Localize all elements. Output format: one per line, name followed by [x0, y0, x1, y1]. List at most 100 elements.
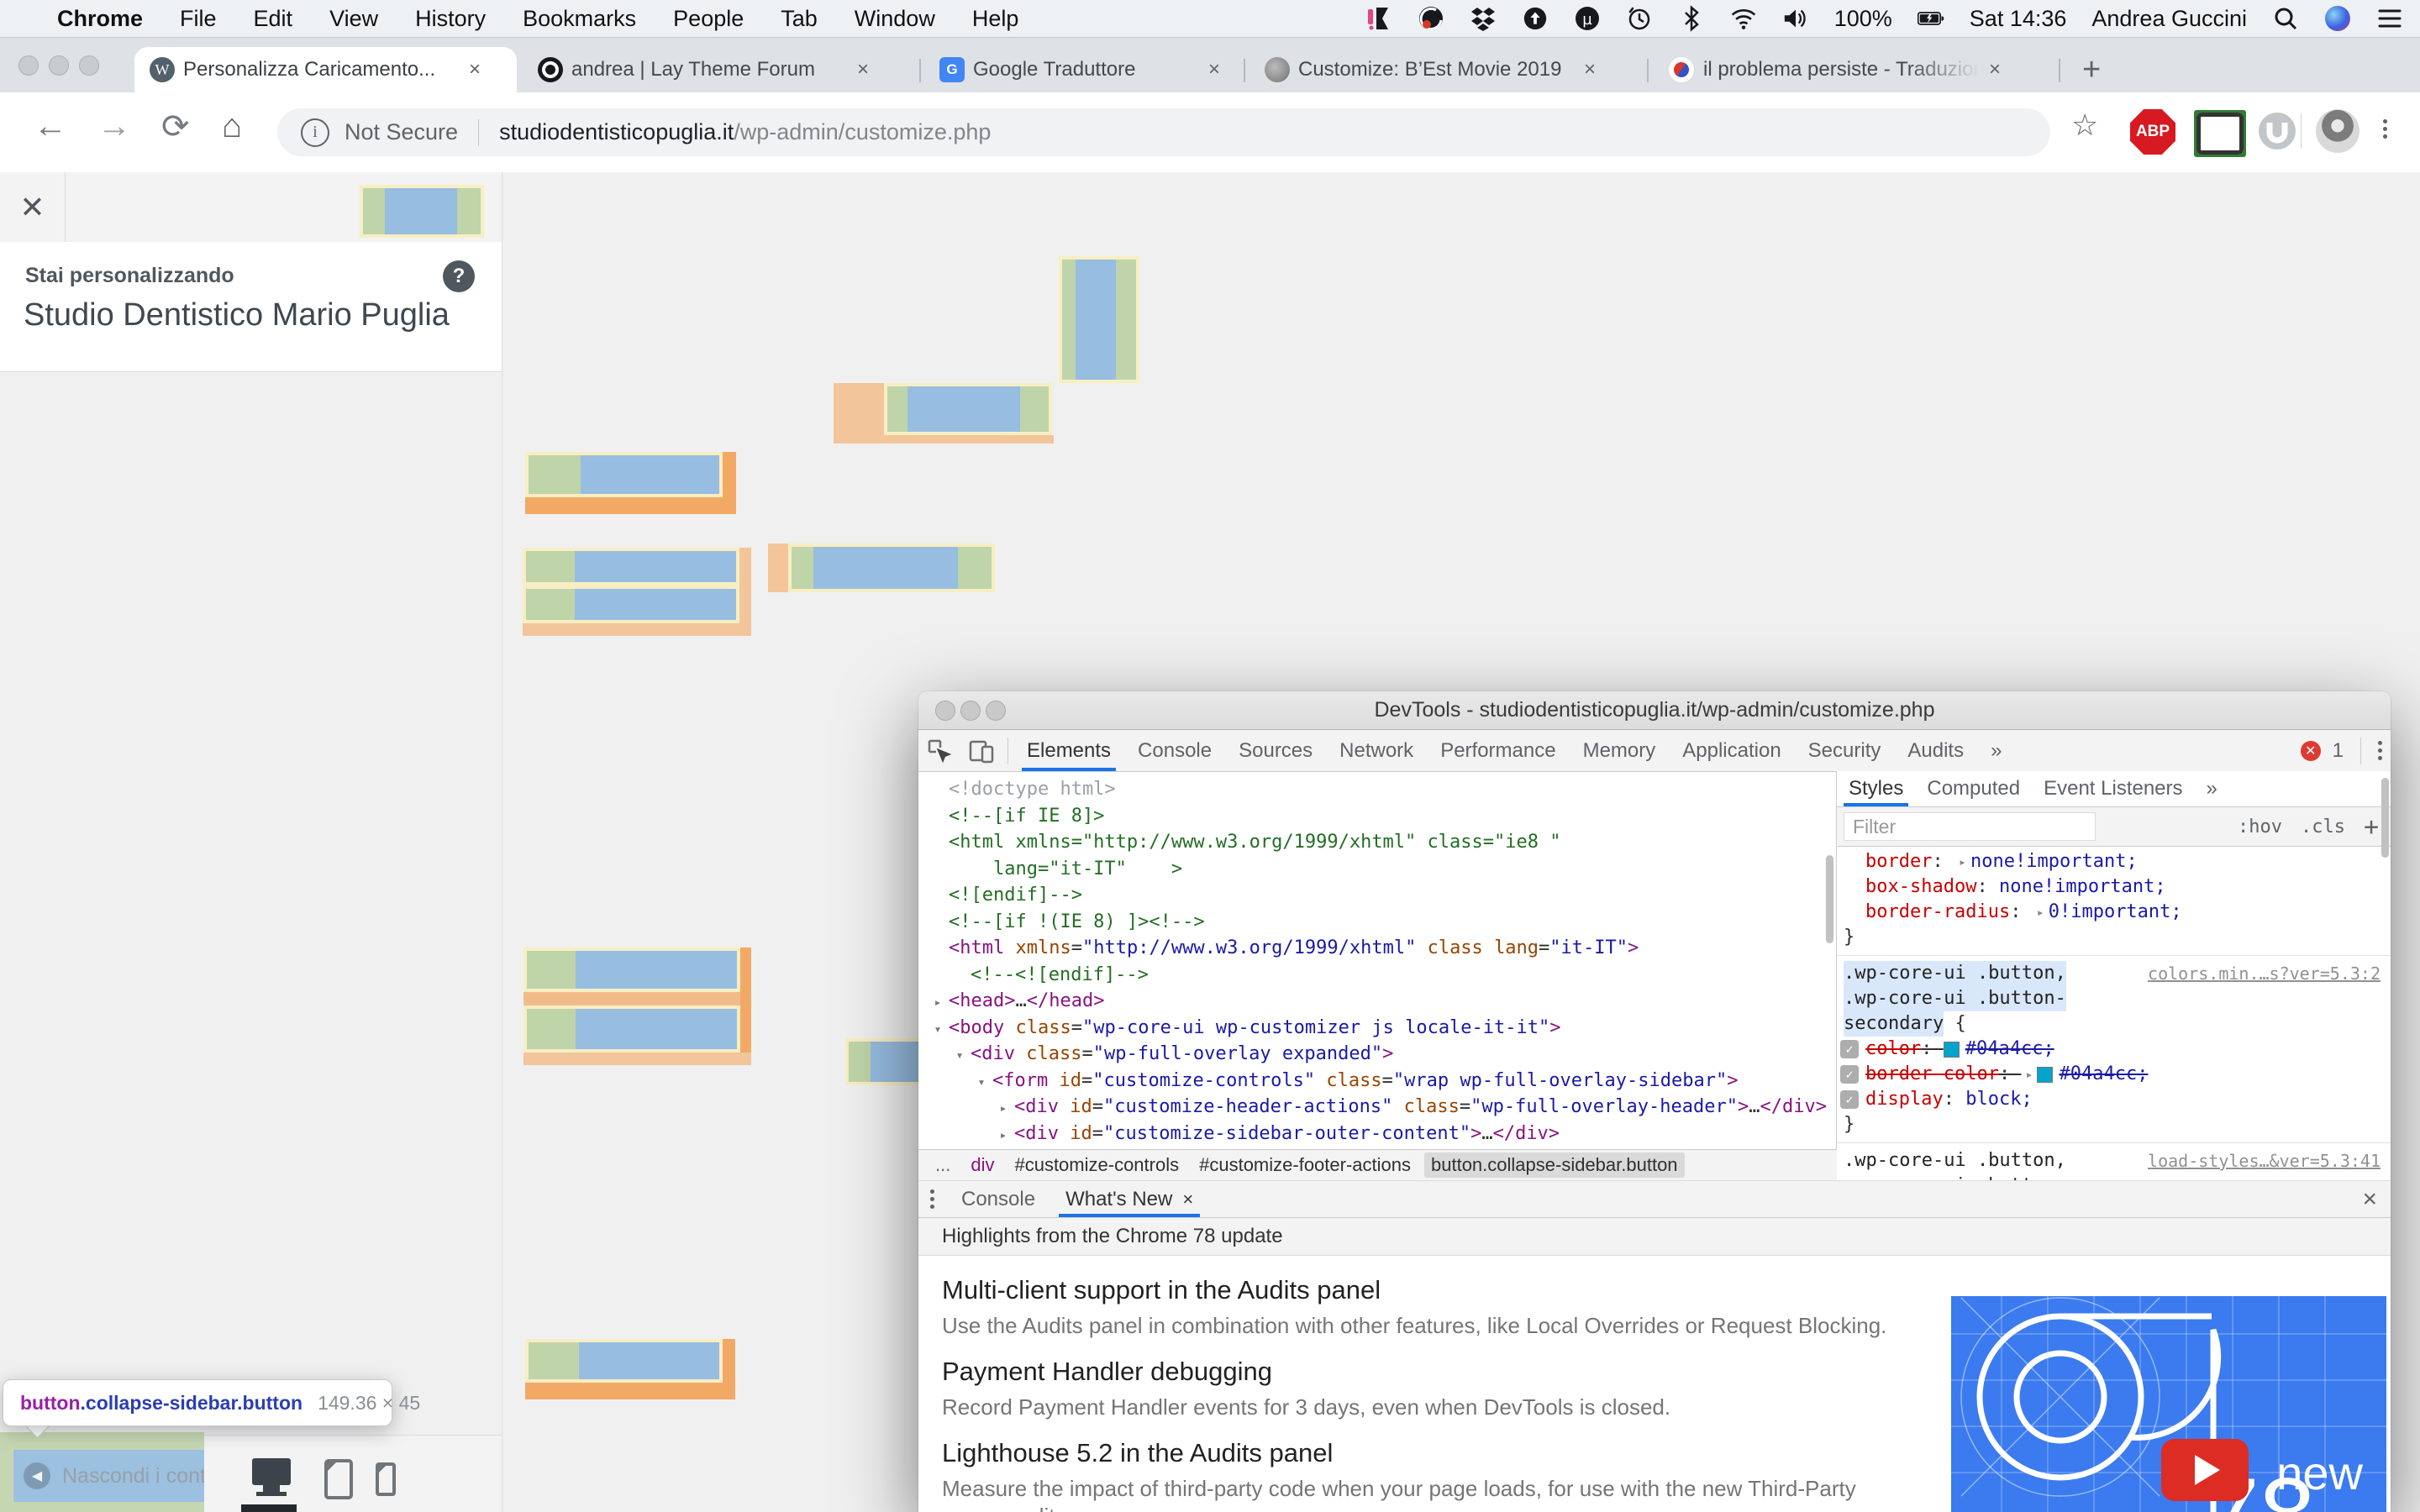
- dom-tree-line[interactable]: ▸ <div id="customize-sidebar-outer-conten…: [918, 1121, 1836, 1147]
- devtools-tab-network[interactable]: Network: [1326, 730, 1427, 771]
- magnet-extension-icon[interactable]: [2257, 111, 2297, 155]
- css-line[interactable]: ✓ border-color: ▸ #04a4cc;: [1837, 1062, 2391, 1087]
- css-line[interactable]: .wp-core-ui .button-: [1837, 986, 2391, 1011]
- devtools-tab-security[interactable]: Security: [1795, 730, 1895, 771]
- tab-personalizza[interactable]: W Personalizza Caricamento... ×: [134, 47, 517, 92]
- tab-customize-best-movie[interactable]: Customize: B’Est Movie 2019 ×: [1249, 47, 1643, 92]
- property-checkbox[interactable]: ✓: [1840, 1065, 1859, 1084]
- window-close-button[interactable]: [18, 55, 39, 76]
- tab-close-icon[interactable]: ×: [1208, 58, 1220, 81]
- expand-arrow-icon[interactable]: ▾: [927, 1016, 949, 1043]
- menu-item-history[interactable]: History: [415, 6, 486, 32]
- devtools-tab-[interactable]: »: [1977, 730, 2015, 771]
- site-info-icon[interactable]: i: [301, 118, 329, 147]
- breadcrumb-item[interactable]: div: [964, 1152, 1001, 1178]
- css-line[interactable]: .wp-core-ui .button, colors.min.…s?ver=5.…: [1837, 961, 2391, 986]
- adblock-plus-icon[interactable]: ABP: [2130, 109, 2175, 155]
- dom-tree-line[interactable]: <!--[if IE 8]>: [918, 803, 1836, 830]
- expand-arrow-icon[interactable]: ▸: [992, 1095, 1014, 1122]
- bookmark-star-icon[interactable]: ☆: [2071, 108, 2098, 143]
- security-label[interactable]: Not Secure: [345, 119, 458, 145]
- breadcrumb-item[interactable]: button.collapse-sidebar.button: [1424, 1152, 1685, 1178]
- styles-tab-eventlisteners[interactable]: Event Listeners: [2032, 771, 2194, 806]
- breadcrumb-item[interactable]: #customize-footer-actions: [1192, 1152, 1418, 1178]
- styles-tab-computed[interactable]: Computed: [1915, 771, 2032, 806]
- css-line[interactable]: box-shadow: none!important;: [1837, 874, 2391, 900]
- dom-tree-line[interactable]: <html xmlns="http://www.w3.org/1999/xhtm…: [918, 829, 1836, 856]
- tab-lay-theme-forum[interactable]: andrea | Lay Theme Forum ×: [523, 47, 914, 92]
- devtools-tab-sources[interactable]: Sources: [1225, 730, 1326, 771]
- css-line[interactable]: }: [1837, 1112, 2391, 1137]
- menu-item-chrome[interactable]: Chrome: [57, 6, 143, 32]
- css-line[interactable]: ✓ display: block;: [1837, 1087, 2391, 1112]
- reload-button[interactable]: ⟳: [161, 108, 190, 146]
- styles-scrollbar[interactable]: [2381, 778, 2389, 858]
- devtools-tab-audits[interactable]: Audits: [1894, 730, 1977, 771]
- drawer-tab-whats-new[interactable]: What's New ×: [1050, 1181, 1208, 1217]
- drawer-tab-close-icon[interactable]: ×: [1182, 1181, 1193, 1217]
- blocker-app-icon[interactable]: [1365, 5, 1392, 32]
- help-icon[interactable]: ?: [443, 260, 475, 292]
- siri-icon[interactable]: [2324, 5, 2351, 32]
- dom-tree-line[interactable]: <!--<![endif]-->: [918, 962, 1836, 989]
- dom-tree-line[interactable]: <![endif]-->: [918, 882, 1836, 909]
- cls-toggle[interactable]: .cls: [2301, 816, 2345, 837]
- devtools-tab-console[interactable]: Console: [1124, 730, 1225, 771]
- devtools-tab-elements[interactable]: Elements: [1013, 730, 1124, 771]
- styles-tab-[interactable]: »: [2195, 771, 2229, 806]
- drawer-tab-console[interactable]: Console: [946, 1181, 1050, 1217]
- dom-tree-line[interactable]: ▾ <body class="wp-core-ui wp-customizer j…: [918, 1015, 1836, 1042]
- dom-tree-line[interactable]: <!--[if !(IE 8) ]><!-->: [918, 909, 1836, 936]
- forward-button[interactable]: →: [97, 108, 131, 145]
- spotlight-search-icon[interactable]: [2272, 5, 2299, 32]
- customizer-close-button[interactable]: ✕: [0, 172, 66, 242]
- styles-filter-input[interactable]: Filter: [1844, 812, 2096, 841]
- screenshot-extension-icon[interactable]: [2196, 113, 2244, 155]
- color-swatch[interactable]: [1943, 1041, 1960, 1058]
- preview-mobile-button[interactable]: [376, 1462, 396, 1496]
- dom-tree-line[interactable]: ▸ <div id="customize-header-actions" clas…: [918, 1094, 1836, 1121]
- tab-google-traduttore[interactable]: G Google Traduttore ×: [924, 47, 1239, 92]
- menu-item-view[interactable]: View: [329, 6, 378, 32]
- browser-menu-icon[interactable]: [2383, 119, 2387, 139]
- error-badge-icon[interactable]: ✕: [2300, 740, 2321, 761]
- dom-tree-line[interactable]: ▸ <head>…</head>: [918, 988, 1836, 1015]
- new-style-rule-button[interactable]: +: [2364, 812, 2379, 842]
- expand-arrow-icon[interactable]: ▾: [949, 1042, 971, 1069]
- window-zoom-button[interactable]: [79, 55, 99, 76]
- styles-tab-styles[interactable]: Styles: [1837, 771, 1915, 806]
- css-line[interactable]: border-radius: ▸ 0!important;: [1837, 900, 2391, 925]
- tab-close-icon[interactable]: ×: [469, 58, 481, 81]
- css-line[interactable]: .wp-core-ui .button-: [1837, 1173, 2391, 1180]
- property-checkbox[interactable]: ✓: [1840, 1040, 1859, 1058]
- dom-tree-line[interactable]: ▾ <form id="customize-controls" class="wr…: [918, 1068, 1836, 1095]
- utorrent-icon[interactable]: µ: [1574, 5, 1601, 32]
- tab-il-problema-persiste[interactable]: il problema persiste - Traduzione ×: [1653, 47, 2054, 92]
- menu-item-people[interactable]: People: [673, 6, 744, 32]
- home-button[interactable]: ⌂: [222, 108, 242, 145]
- stylesheet-source-link[interactable]: colors.min.…s?ver=5.3:2: [2148, 961, 2381, 986]
- devtools-menu-icon[interactable]: [2378, 741, 2382, 760]
- dom-tree-line[interactable]: <!doctype html>: [918, 776, 1836, 803]
- stylesheet-source-link[interactable]: load-styles…&ver=5.3:41: [2148, 1148, 2381, 1173]
- back-button[interactable]: ←: [34, 108, 67, 145]
- dom-tree-line[interactable]: lang="it-IT" >: [918, 856, 1836, 883]
- window-minimize-button[interactable]: [49, 55, 69, 76]
- tab-close-icon[interactable]: ×: [857, 58, 869, 81]
- devtools-tab-application[interactable]: Application: [1669, 730, 1794, 771]
- whats-new-video-thumbnail[interactable]: 78 new: [1951, 1296, 2386, 1512]
- menu-item-window[interactable]: Window: [855, 6, 935, 32]
- profile-avatar[interactable]: [2316, 109, 2360, 153]
- css-line[interactable]: border: ▸ none!important;: [1837, 849, 2391, 874]
- color-swatch[interactable]: [2037, 1066, 2054, 1083]
- devtools-titlebar[interactable]: DevTools - studiodentisticopuglia.it/wp-…: [918, 691, 2391, 730]
- camera-record-app-icon[interactable]: [1418, 5, 1444, 32]
- css-line[interactable]: ✓ color: #04a4cc;: [1837, 1037, 2391, 1062]
- devtools-tab-memory[interactable]: Memory: [1570, 730, 1670, 771]
- address-bar[interactable]: i Not Secure studiodentisticopuglia.it/w…: [277, 108, 2050, 156]
- drawer-menu-icon[interactable]: [930, 1189, 934, 1209]
- collapse-sidebar-button[interactable]: ◀ Nascondi i controlli: [13, 1450, 204, 1502]
- wifi-icon[interactable]: [1730, 5, 1757, 32]
- breadcrumb-item[interactable]: ...: [929, 1152, 957, 1178]
- menu-user[interactable]: Andrea Guccini: [2091, 6, 2247, 32]
